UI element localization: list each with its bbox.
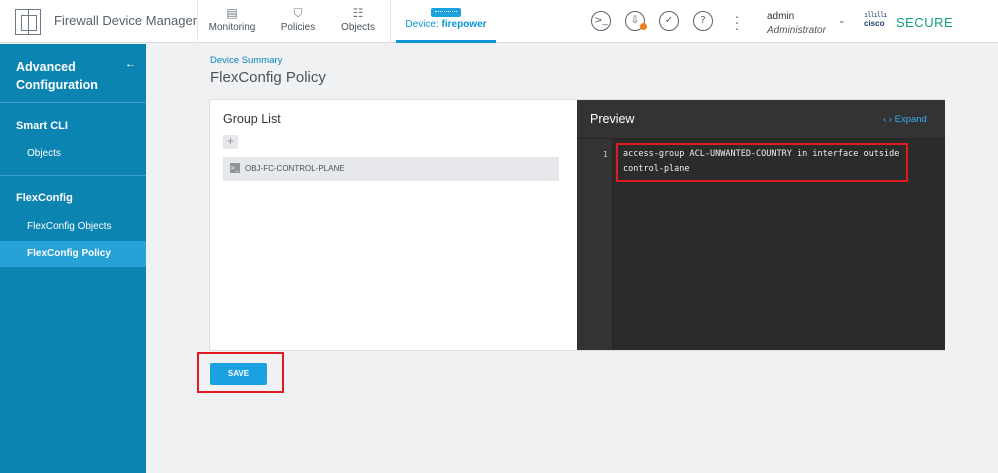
help-icon[interactable]: ?	[693, 11, 713, 31]
more-options-icon[interactable]: · · ·	[734, 9, 740, 35]
user-role: Administrator	[767, 25, 826, 36]
list-item[interactable]: >_ OBJ-FC-CONTROL-PLANE	[223, 157, 559, 181]
tab-policies-label: Policies	[280, 22, 316, 33]
add-group-button[interactable]: +	[223, 135, 238, 149]
sidebar-item-flexconfig-objects[interactable]: FlexConfig Objects	[0, 214, 146, 240]
tab-monitoring-label: Monitoring	[208, 22, 256, 33]
code-highlight-box	[616, 143, 908, 182]
save-highlight-box	[197, 352, 284, 393]
sidebar-item-objects[interactable]: Objects	[0, 141, 146, 167]
nav-divider	[197, 0, 198, 43]
group-list-title: Group List	[223, 112, 281, 126]
cisco-logo: ıllıllı cisco	[864, 11, 887, 29]
sidebar: Advanced Configuration ← Smart CLI Objec…	[0, 44, 146, 473]
breadcrumb[interactable]: Device Summary	[210, 55, 282, 66]
tab-objects[interactable]: ☷ Objects	[337, 0, 379, 43]
line-number-gutter	[577, 139, 613, 350]
api-explorer-icon[interactable]: ✓	[659, 11, 679, 31]
deploy-pending-badge	[640, 23, 647, 30]
page-title: FlexConfig Policy	[210, 69, 326, 86]
sidebar-divider	[0, 175, 146, 176]
tab-device-label: Device: firepower	[405, 19, 487, 30]
sidebar-section-flexconfig: FlexConfig	[16, 192, 73, 204]
cisco-wordmark: cisco	[864, 19, 885, 28]
expand-icon: ‹ ›	[883, 114, 892, 125]
tab-monitoring[interactable]: ▤ Monitoring	[205, 0, 259, 43]
collapse-sidebar-icon[interactable]: ←	[125, 58, 136, 70]
line-number: 1	[603, 150, 608, 159]
expand-button[interactable]: ‹ › Expand	[883, 114, 927, 125]
sidebar-item-flexconfig-policy[interactable]: FlexConfig Policy	[0, 241, 146, 267]
tab-device[interactable]: Device: firepower	[396, 0, 496, 43]
monitoring-icon: ▤	[226, 6, 238, 20]
fdm-logo-icon	[15, 9, 41, 35]
cli-console-icon[interactable]: >_	[591, 11, 611, 31]
policies-icon: ⛉	[293, 6, 303, 20]
chevron-down-icon[interactable]: ⌄	[838, 15, 846, 26]
list-item-label: OBJ-FC-CONTROL-PLANE	[245, 164, 345, 173]
product-name: SECURE	[896, 15, 954, 30]
preview-title: Preview	[590, 112, 635, 126]
flexconfig-panel: Group List + >_ OBJ-FC-CONTROL-PLANE Pre…	[209, 99, 945, 351]
sidebar-heading: Advanced Configuration	[16, 60, 98, 92]
sidebar-divider	[0, 102, 146, 103]
tab-policies[interactable]: ⛉ Policies	[276, 0, 320, 43]
user-menu[interactable]: admin Administrator	[767, 11, 826, 36]
device-icon	[431, 8, 461, 17]
cisco-bars-icon: ıllıllı	[864, 11, 887, 19]
objects-icon: ☷	[352, 6, 364, 20]
app-title: Firewall Device Manager	[54, 13, 198, 28]
nav-divider	[390, 0, 391, 43]
user-name: admin	[767, 11, 795, 22]
tab-objects-label: Objects	[341, 22, 375, 33]
sidebar-section-smart-cli: Smart CLI	[16, 120, 68, 132]
top-nav-bar: Firewall Device Manager ▤ Monitoring ⛉ P…	[0, 0, 998, 43]
terminal-icon: >_	[230, 163, 240, 173]
preview-pane: Preview ‹ › Expand 1 access-group ACL-UN…	[577, 100, 945, 350]
